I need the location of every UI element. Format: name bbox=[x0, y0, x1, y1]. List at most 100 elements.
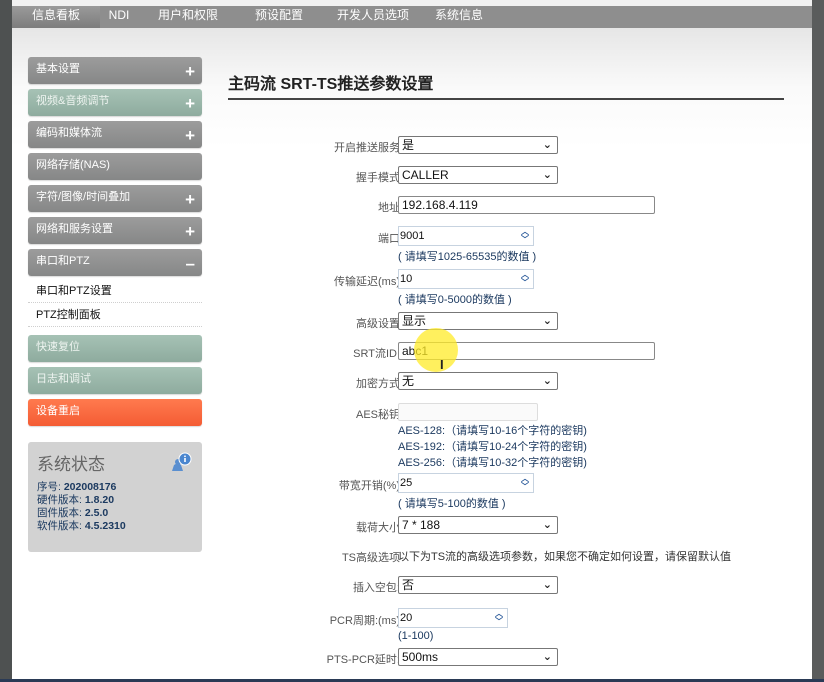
port-spinner[interactable]: ︿ ﹀ bbox=[518, 228, 532, 244]
spin-down-icon[interactable]: ﹀ bbox=[492, 618, 506, 626]
handshake-label: 握手模式 bbox=[356, 172, 400, 184]
hardware-version: 硬件版本: 1.8.20 bbox=[37, 494, 193, 507]
system-status-panel: 系统状态 序号: 202008176 硬件版本: 1.8.20 固件版本: 2.… bbox=[28, 442, 202, 552]
user-info-icon[interactable] bbox=[170, 452, 192, 472]
tab-developer-options[interactable]: 开发人员选项 bbox=[320, 6, 426, 28]
chevron-down-icon: ⌄ bbox=[542, 651, 552, 663]
cursor-highlight bbox=[414, 328, 458, 372]
pcr-period-input[interactable]: 20 ︿ ﹀ bbox=[398, 608, 508, 628]
firmware-version-value: 2.5.0 bbox=[84, 507, 109, 519]
ts-advanced-label: TS高级选项 bbox=[341, 552, 400, 564]
chevron-down-icon: ⌄ bbox=[542, 579, 552, 591]
encryption-label: 加密方式 bbox=[356, 378, 400, 390]
spin-down-icon[interactable]: ﹀ bbox=[518, 236, 532, 244]
sidebar-item-label: 快速复位 bbox=[36, 341, 80, 353]
advanced-label: 高级设置 bbox=[356, 318, 400, 330]
payload-label: 载荷大小 bbox=[356, 522, 400, 534]
chevron-down-icon: ⌄ bbox=[542, 375, 552, 387]
handshake-mode-select[interactable]: CALLER ⌄ bbox=[398, 166, 558, 184]
push-service-select[interactable]: 是 ⌄ bbox=[398, 136, 558, 154]
serial-label: 序号: bbox=[37, 481, 61, 493]
tab-system-info[interactable]: 系统信息 bbox=[426, 6, 492, 28]
tab-ndi[interactable]: NDI bbox=[100, 6, 138, 28]
software-version-value: 4.5.2310 bbox=[84, 520, 126, 532]
sidebar-item-serial-ptz[interactable]: 串口和PTZ – bbox=[28, 249, 202, 276]
chevron-down-icon: ⌄ bbox=[542, 315, 552, 327]
tab-dashboard[interactable]: 信息看板 bbox=[12, 6, 100, 28]
pcr-period-spinner[interactable]: ︿ ﹀ bbox=[492, 610, 506, 626]
sidebar-item-label: 视频&音频调节 bbox=[36, 95, 110, 107]
null-packet-value: 否 bbox=[402, 578, 415, 592]
sidebar-item-label: 字符/图像/时间叠加 bbox=[36, 191, 131, 203]
sidebar-item-label: 网络和服务设置 bbox=[36, 223, 113, 235]
expand-plus-icon[interactable]: + bbox=[185, 59, 195, 84]
address-input[interactable]: 192.168.4.119 bbox=[398, 196, 655, 214]
null-packet-label: 插入空包: bbox=[352, 582, 400, 594]
sidebar-item-encoding-streams[interactable]: 编码和媒体流 + bbox=[28, 121, 202, 148]
aes-key-input[interactable] bbox=[398, 403, 538, 421]
pcr-period-label: PCR周期:(ms) bbox=[329, 615, 400, 627]
expand-plus-icon[interactable]: + bbox=[185, 187, 195, 212]
sidebar-item-device-reboot[interactable]: 设备重启 bbox=[28, 399, 202, 426]
null-packet-select[interactable]: 否 ⌄ bbox=[398, 576, 558, 594]
expand-plus-icon[interactable]: + bbox=[185, 123, 195, 148]
bandwidth-spinner[interactable]: ︿ ﹀ bbox=[518, 475, 532, 491]
pts-pcr-label: PTS-PCR延时: bbox=[326, 654, 400, 666]
latency-spinner[interactable]: ︿ ﹀ bbox=[518, 271, 532, 287]
sidebar-item-logs-debug[interactable]: 日志和调试 bbox=[28, 367, 202, 394]
payload-size-value: 7 * 188 bbox=[402, 518, 441, 532]
tab-presets[interactable]: 预设配置 bbox=[238, 6, 320, 28]
page-content: 基本设置 + 视频&音频调节 + 编码和媒体流 + 网络存储(NAS) 字符/图… bbox=[12, 28, 812, 679]
bandwidth-input[interactable]: 25 ︿ ﹀ bbox=[398, 473, 534, 493]
serial-number: 序号: 202008176 bbox=[37, 481, 193, 494]
port-input[interactable]: 9001 ︿ ﹀ bbox=[398, 226, 534, 246]
window-left-edge bbox=[0, 0, 12, 682]
spin-down-icon[interactable]: ﹀ bbox=[518, 483, 532, 491]
pts-pcr-delay-select[interactable]: 500ms ⌄ bbox=[398, 648, 558, 666]
sidebar-item-basic-settings[interactable]: 基本设置 + bbox=[28, 57, 202, 84]
spin-down-icon[interactable]: ﹀ bbox=[518, 279, 532, 287]
advanced-settings-value: 显示 bbox=[402, 314, 427, 328]
sidebar-item-video-audio[interactable]: 视频&音频调节 + bbox=[28, 89, 202, 116]
sidebar-item-nas[interactable]: 网络存储(NAS) bbox=[28, 153, 202, 180]
ts-advanced-description: 以下为TS流的高级选项参数，如果您不确定如何设置，请保留默认值 bbox=[398, 551, 732, 563]
sidebar-item-quick-reset[interactable]: 快速复位 bbox=[28, 335, 202, 362]
firmware-version-label: 固件版本: bbox=[37, 507, 82, 519]
latency-hint: ( 请填写0-5000的数值 ) bbox=[398, 294, 512, 306]
firmware-version: 固件版本: 2.5.0 bbox=[37, 507, 193, 520]
collapse-minus-icon[interactable]: – bbox=[186, 251, 195, 276]
sidebar-submenu-serial-ptz: 串口和PTZ设置 PTZ控制面板 bbox=[28, 279, 202, 327]
bandwidth-hint: ( 请填写5-100的数值 ) bbox=[398, 498, 506, 510]
sidebar-subitem-serial-ptz-settings[interactable]: 串口和PTZ设置 bbox=[28, 279, 202, 303]
sidebar-item-overlay[interactable]: 字符/图像/时间叠加 + bbox=[28, 185, 202, 212]
expand-plus-icon[interactable]: + bbox=[185, 219, 195, 244]
encryption-select[interactable]: 无 ⌄ bbox=[398, 372, 558, 390]
chevron-down-icon: ⌄ bbox=[542, 169, 552, 181]
pts-pcr-delay-value: 500ms bbox=[402, 650, 439, 664]
push-service-label: 开启推送服务 bbox=[334, 142, 400, 154]
encryption-value: 无 bbox=[402, 374, 415, 388]
hardware-version-label: 硬件版本: bbox=[37, 494, 82, 506]
latency-input[interactable]: 10 ︿ ﹀ bbox=[398, 269, 534, 289]
sidebar-item-label: 设备重启 bbox=[36, 405, 80, 417]
payload-size-select[interactable]: 7 * 188 ⌄ bbox=[398, 516, 558, 534]
software-version: 软件版本: 4.5.2310 bbox=[37, 520, 193, 533]
chevron-down-icon: ⌄ bbox=[542, 519, 552, 531]
serial-value: 202008176 bbox=[63, 481, 117, 493]
stream-id-label: SRT流ID: bbox=[353, 348, 400, 360]
sidebar-item-label: 日志和调试 bbox=[36, 373, 91, 385]
tab-users-permissions[interactable]: 用户和权限 bbox=[138, 6, 238, 28]
sidebar-item-label: 编码和媒体流 bbox=[36, 127, 102, 139]
advanced-settings-select[interactable]: 显示 ⌄ bbox=[398, 312, 558, 330]
text-cursor-icon: I bbox=[440, 357, 444, 372]
pcr-period-hint: (1-100) bbox=[398, 630, 434, 642]
bandwidth-label: 带宽开销(%) bbox=[338, 480, 400, 492]
sidebar-subitem-ptz-control-panel[interactable]: PTZ控制面板 bbox=[28, 303, 202, 327]
expand-plus-icon[interactable]: + bbox=[185, 91, 195, 116]
sidebar-item-label: 网络存储(NAS) bbox=[36, 159, 110, 171]
sidebar-item-label: 基本设置 bbox=[36, 63, 80, 75]
software-version-label: 软件版本: bbox=[37, 520, 82, 532]
sidebar-item-network-services[interactable]: 网络和服务设置 + bbox=[28, 217, 202, 244]
page-title: 主码流 SRT-TS推送参数设置 bbox=[228, 76, 434, 93]
bandwidth-value: 25 bbox=[400, 477, 413, 489]
